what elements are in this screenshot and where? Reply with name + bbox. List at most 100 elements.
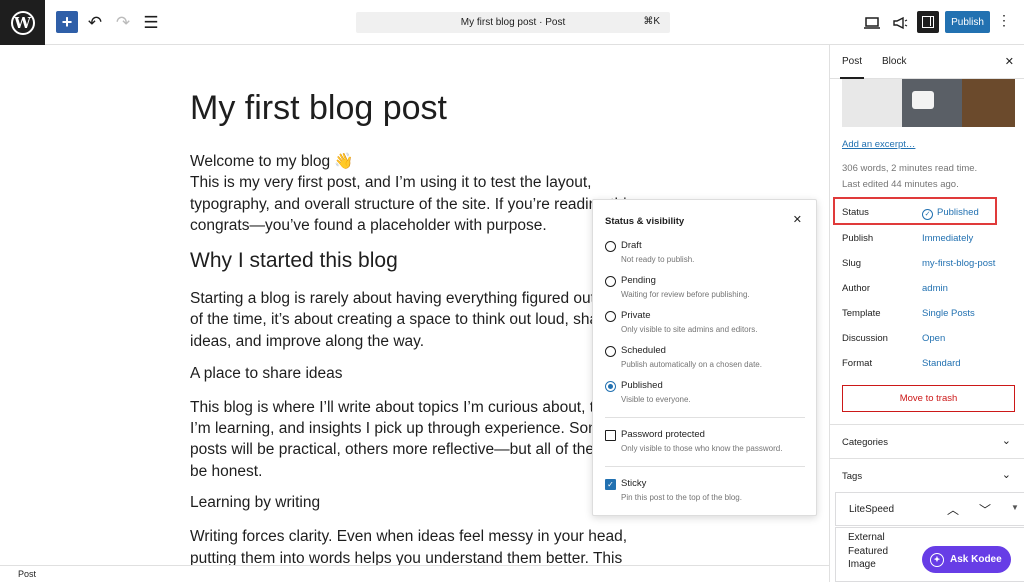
- row-label-status: Status: [842, 207, 869, 218]
- tab-post[interactable]: Post: [839, 56, 865, 79]
- chevron-down-icon: ⌄: [1001, 469, 1011, 481]
- paragraph[interactable]: ideas, and improve along the way.: [190, 331, 424, 353]
- divider: [605, 417, 805, 418]
- template-button[interactable]: Single Posts: [922, 308, 975, 319]
- paragraph[interactable]: This is my very first post, and I’m usin…: [190, 172, 591, 194]
- redo-icon[interactable]: ↷: [111, 11, 135, 35]
- option-label: Published: [621, 380, 663, 391]
- chevron-down-icon[interactable]: ﹀: [979, 501, 991, 518]
- toggle-caret-icon[interactable]: ▼: [1011, 503, 1019, 512]
- password-checkbox[interactable]: [605, 430, 616, 441]
- paragraph[interactable]: Welcome to my blog 👋: [190, 151, 354, 173]
- option-description: Visible to everyone.: [621, 395, 691, 404]
- radio-scheduled[interactable]: [605, 346, 616, 357]
- settings-panel-toggle-icon[interactable]: [917, 11, 939, 33]
- kodee-label: Ask Kodee: [950, 554, 1002, 565]
- author-button[interactable]: admin: [922, 283, 948, 294]
- add-block-button[interactable]: +: [56, 11, 78, 33]
- option-description: Only visible to site admins and editors.: [621, 325, 758, 334]
- status-value: Published: [937, 207, 979, 218]
- row-label-slug: Slug: [842, 258, 862, 269]
- row-label-template: Template: [842, 308, 881, 319]
- paragraph[interactable]: typography, and overall structure of the…: [190, 194, 639, 216]
- heading-place[interactable]: A place to share ideas: [190, 365, 343, 383]
- paragraph[interactable]: congrats—you’ve found a placeholder with…: [190, 215, 547, 237]
- discussion-button[interactable]: Open: [922, 333, 945, 344]
- word-count: 306 words, 2 minutes read time.: [842, 163, 978, 174]
- heading-learn[interactable]: Learning by writing: [190, 494, 320, 512]
- radio-draft[interactable]: [605, 241, 616, 252]
- move-up-icon[interactable]: ︿: [947, 501, 959, 518]
- tab-block[interactable]: Block: [882, 56, 906, 67]
- divider: [605, 466, 805, 467]
- categories-panel[interactable]: Categories ⌄: [830, 424, 1024, 458]
- efi-title: External Featured Image: [848, 531, 888, 572]
- publish-button[interactable]: Publish: [945, 11, 990, 33]
- more-options-icon[interactable]: ⋮: [997, 12, 1011, 29]
- efi-title-line: External: [848, 532, 885, 543]
- radio-private[interactable]: [605, 311, 616, 322]
- option-description: Pin this post to the top of the blog.: [621, 493, 742, 502]
- ask-kodee-button[interactable]: ✦ Ask Kodee: [922, 546, 1011, 573]
- option-description: Waiting for review before publishing.: [621, 290, 750, 299]
- publish-date-button[interactable]: Immediately: [922, 233, 973, 244]
- sidebar-tabs: Post Block ✕: [830, 45, 1024, 79]
- option-label: Password protected: [621, 429, 705, 440]
- status-visibility-popover: Status & visibility ✕ Draft Not ready to…: [592, 199, 817, 516]
- tags-panel[interactable]: Tags ⌄: [830, 458, 1024, 492]
- settings-sidebar: Post Block ✕ Add an excerpt… 306 words, …: [829, 45, 1024, 582]
- slug-button[interactable]: my-first-blog-post: [922, 258, 995, 269]
- megaphone-icon[interactable]: [888, 11, 912, 35]
- add-excerpt-link[interactable]: Add an excerpt…: [842, 139, 915, 150]
- breadcrumb-bar: Post: [0, 565, 829, 582]
- desktop-icon[interactable]: [860, 11, 884, 35]
- kodee-icon: ✦: [930, 552, 944, 567]
- option-description: Not ready to publish.: [621, 255, 695, 264]
- row-label-publish: Publish: [842, 233, 874, 244]
- option-description: Publish automatically on a chosen date.: [621, 360, 762, 369]
- row-label-format: Format: [842, 358, 873, 369]
- close-icon[interactable]: ✕: [793, 213, 802, 226]
- chevron-down-icon: ⌄: [1001, 435, 1011, 447]
- efi-title-line: Featured: [848, 545, 889, 557]
- litespeed-panel[interactable]: LiteSpeed ︿ ﹀ ▼: [835, 492, 1024, 526]
- undo-icon[interactable]: ↶: [83, 11, 107, 35]
- radio-published[interactable]: [605, 381, 616, 392]
- paragraph[interactable]: I’m learning, and insights I pick up thr…: [190, 418, 610, 440]
- paragraph[interactable]: of the time, it’s about creating a space…: [190, 309, 612, 331]
- sticky-checkbox[interactable]: ✓: [605, 479, 616, 490]
- efi-title-line: Image: [848, 559, 876, 570]
- radio-pending[interactable]: [605, 276, 616, 287]
- option-label: Private: [621, 310, 651, 321]
- command-palette-button[interactable]: My first blog post · Post ⌘K: [356, 12, 670, 33]
- paragraph[interactable]: posts will be practical, others more ref…: [190, 439, 633, 461]
- format-button[interactable]: Standard: [922, 358, 961, 369]
- option-description: Only visible to those who know the passw…: [621, 444, 783, 453]
- check-circle-icon: ✓: [922, 209, 933, 220]
- paragraph[interactable]: Writing forces clarity. Even when ideas …: [190, 526, 627, 548]
- paragraph[interactable]: putting them into words helps you unders…: [190, 548, 622, 565]
- option-label: Sticky: [621, 478, 647, 489]
- row-label-author: Author: [842, 283, 870, 294]
- popover-title: Status & visibility: [605, 216, 685, 227]
- command-shortcut: ⌘K: [643, 16, 660, 27]
- heading-why[interactable]: Why I started this blog: [190, 249, 398, 273]
- move-to-trash-button[interactable]: Move to trash: [842, 385, 1015, 412]
- status-value-button[interactable]: ✓ Published: [922, 207, 979, 220]
- close-icon[interactable]: ✕: [1005, 55, 1014, 68]
- wordpress-logo-icon[interactable]: W: [0, 0, 45, 45]
- list-view-icon[interactable]: ☰: [139, 11, 163, 35]
- option-label: Scheduled: [621, 345, 666, 356]
- option-label: Draft: [621, 240, 642, 251]
- row-label-discussion: Discussion: [842, 333, 888, 344]
- featured-image[interactable]: [842, 79, 1015, 127]
- categories-title: Categories: [842, 437, 888, 448]
- paragraph[interactable]: be honest.: [190, 461, 262, 483]
- paragraph[interactable]: Starting a blog is rarely about having e…: [190, 288, 637, 310]
- litespeed-title: LiteSpeed: [849, 504, 895, 515]
- tags-title: Tags: [842, 471, 863, 482]
- breadcrumb-item[interactable]: Post: [18, 569, 36, 579]
- option-label: Pending: [621, 275, 656, 286]
- post-title[interactable]: My first blog post: [190, 89, 447, 128]
- paragraph[interactable]: This blog is where I’ll write about topi…: [190, 397, 631, 419]
